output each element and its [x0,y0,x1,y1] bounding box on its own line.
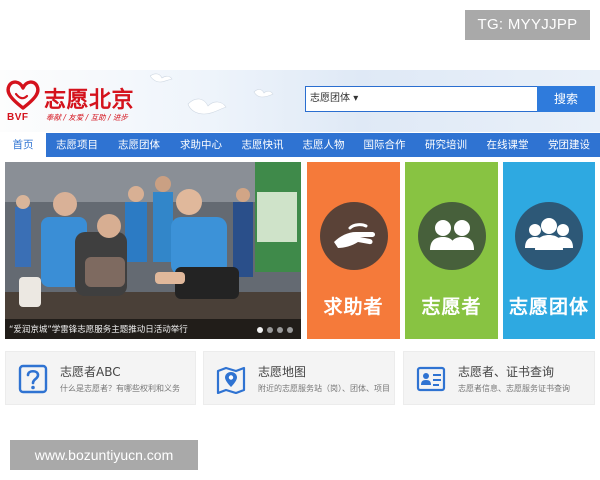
nav-item-help-center[interactable]: 求助中心 [170,133,232,157]
site-logo[interactable]: BVF 志愿北京 奉献 / 友爱 / 互助 / 进步 [4,78,144,128]
bottom-overlay-badge: www.bozuntiyucn.com [10,440,198,470]
card-title: 志愿者ABC [60,365,121,379]
nav-item-people[interactable]: 志愿人物 [293,133,354,157]
top-overlay-badge: TG: MYYJJPP [465,10,590,40]
nav-item-international[interactable]: 国际合作 [354,133,415,157]
card-volunteer-abc[interactable]: 志愿者ABC 什么是志愿者？有哪些权利和义务 [5,351,196,405]
search-category-select[interactable]: 志愿团体 ▾ [310,87,358,111]
main-nav: 首页 志愿项目 志愿团体 求助中心 志愿快讯 志愿人物 国际合作 研究培训 在线… [0,133,600,157]
search-button[interactable]: 搜索 [537,86,595,112]
doves-decoration-icon [150,73,274,115]
news-banner-carousel[interactable]: “爱润京城”学雷锋志愿服务主题推动日活动举行 [5,162,301,339]
tile-label: 求助者 [323,296,384,318]
nav-item-training[interactable]: 研究培训 [415,133,477,157]
carousel-dot[interactable] [277,327,283,333]
logo-abbreviation: BVF [7,112,29,123]
carousel-dots [257,327,293,333]
card-title: 志愿者、证书查询 [458,365,555,379]
tile-volunteer-group[interactable]: 志愿团体 [503,162,595,339]
banner-photo [5,162,301,339]
nav-item-home[interactable]: 首页 [0,133,46,157]
card-subtitle: 什么是志愿者？有哪些权利和义务 [60,384,180,393]
group-icon [515,202,583,270]
tile-label: 志愿团体 [508,296,589,318]
chevron-down-icon: ▾ [353,93,359,104]
carousel-dot[interactable] [257,327,263,333]
nav-item-news[interactable]: 志愿快讯 [232,133,293,157]
nav-item-online-class[interactable]: 在线课堂 [477,133,538,157]
site-page: BVF 志愿北京 奉献 / 友爱 / 互助 / 进步 志愿团体 ▾ 搜索 首页 … [0,70,600,410]
nav-item-party-building[interactable]: 党团建设 [538,133,600,157]
card-subtitle: 附近的志愿服务站（岗）、团体、项目 [258,384,390,393]
volunteer-pair-icon [417,202,486,270]
nav-item-groups[interactable]: 志愿团体 [108,133,170,157]
logo-title: 志愿北京 [44,88,135,113]
site-header: BVF 志愿北京 奉献 / 友爱 / 互助 / 进步 志愿团体 ▾ 搜索 [0,70,600,132]
card-title: 志愿地图 [258,365,307,379]
search-category-value: 志愿团体 [310,93,350,104]
card-subtitle: 志愿者信息、志愿服务证书查询 [458,384,570,393]
card-volunteer-map[interactable]: 志愿地图 附近的志愿服务站（岗）、团体、项目 [203,351,395,405]
heart-logo-icon [6,80,40,110]
logo-tagline: 奉献 / 友爱 / 互助 / 进步 [46,113,128,122]
tile-volunteer[interactable]: 志愿者 [405,162,498,339]
question-icon [18,364,48,394]
carousel-dot[interactable] [287,327,293,333]
banner-caption[interactable]: “爱润京城”学雷锋志愿服务主题推动日活动举行 [9,323,188,335]
id-card-icon [416,366,446,392]
nav-item-projects[interactable]: 志愿项目 [46,133,108,157]
helping-hand-icon [319,202,388,270]
tile-help-seeker[interactable]: 求助者 [307,162,400,339]
tile-label: 志愿者 [421,296,482,318]
map-pin-icon [216,366,246,394]
search-bar: 志愿团体 ▾ 搜索 [305,86,595,112]
card-certificate-query[interactable]: 志愿者、证书查询 志愿者信息、志愿服务证书查询 [403,351,595,405]
carousel-dot[interactable] [267,327,273,333]
